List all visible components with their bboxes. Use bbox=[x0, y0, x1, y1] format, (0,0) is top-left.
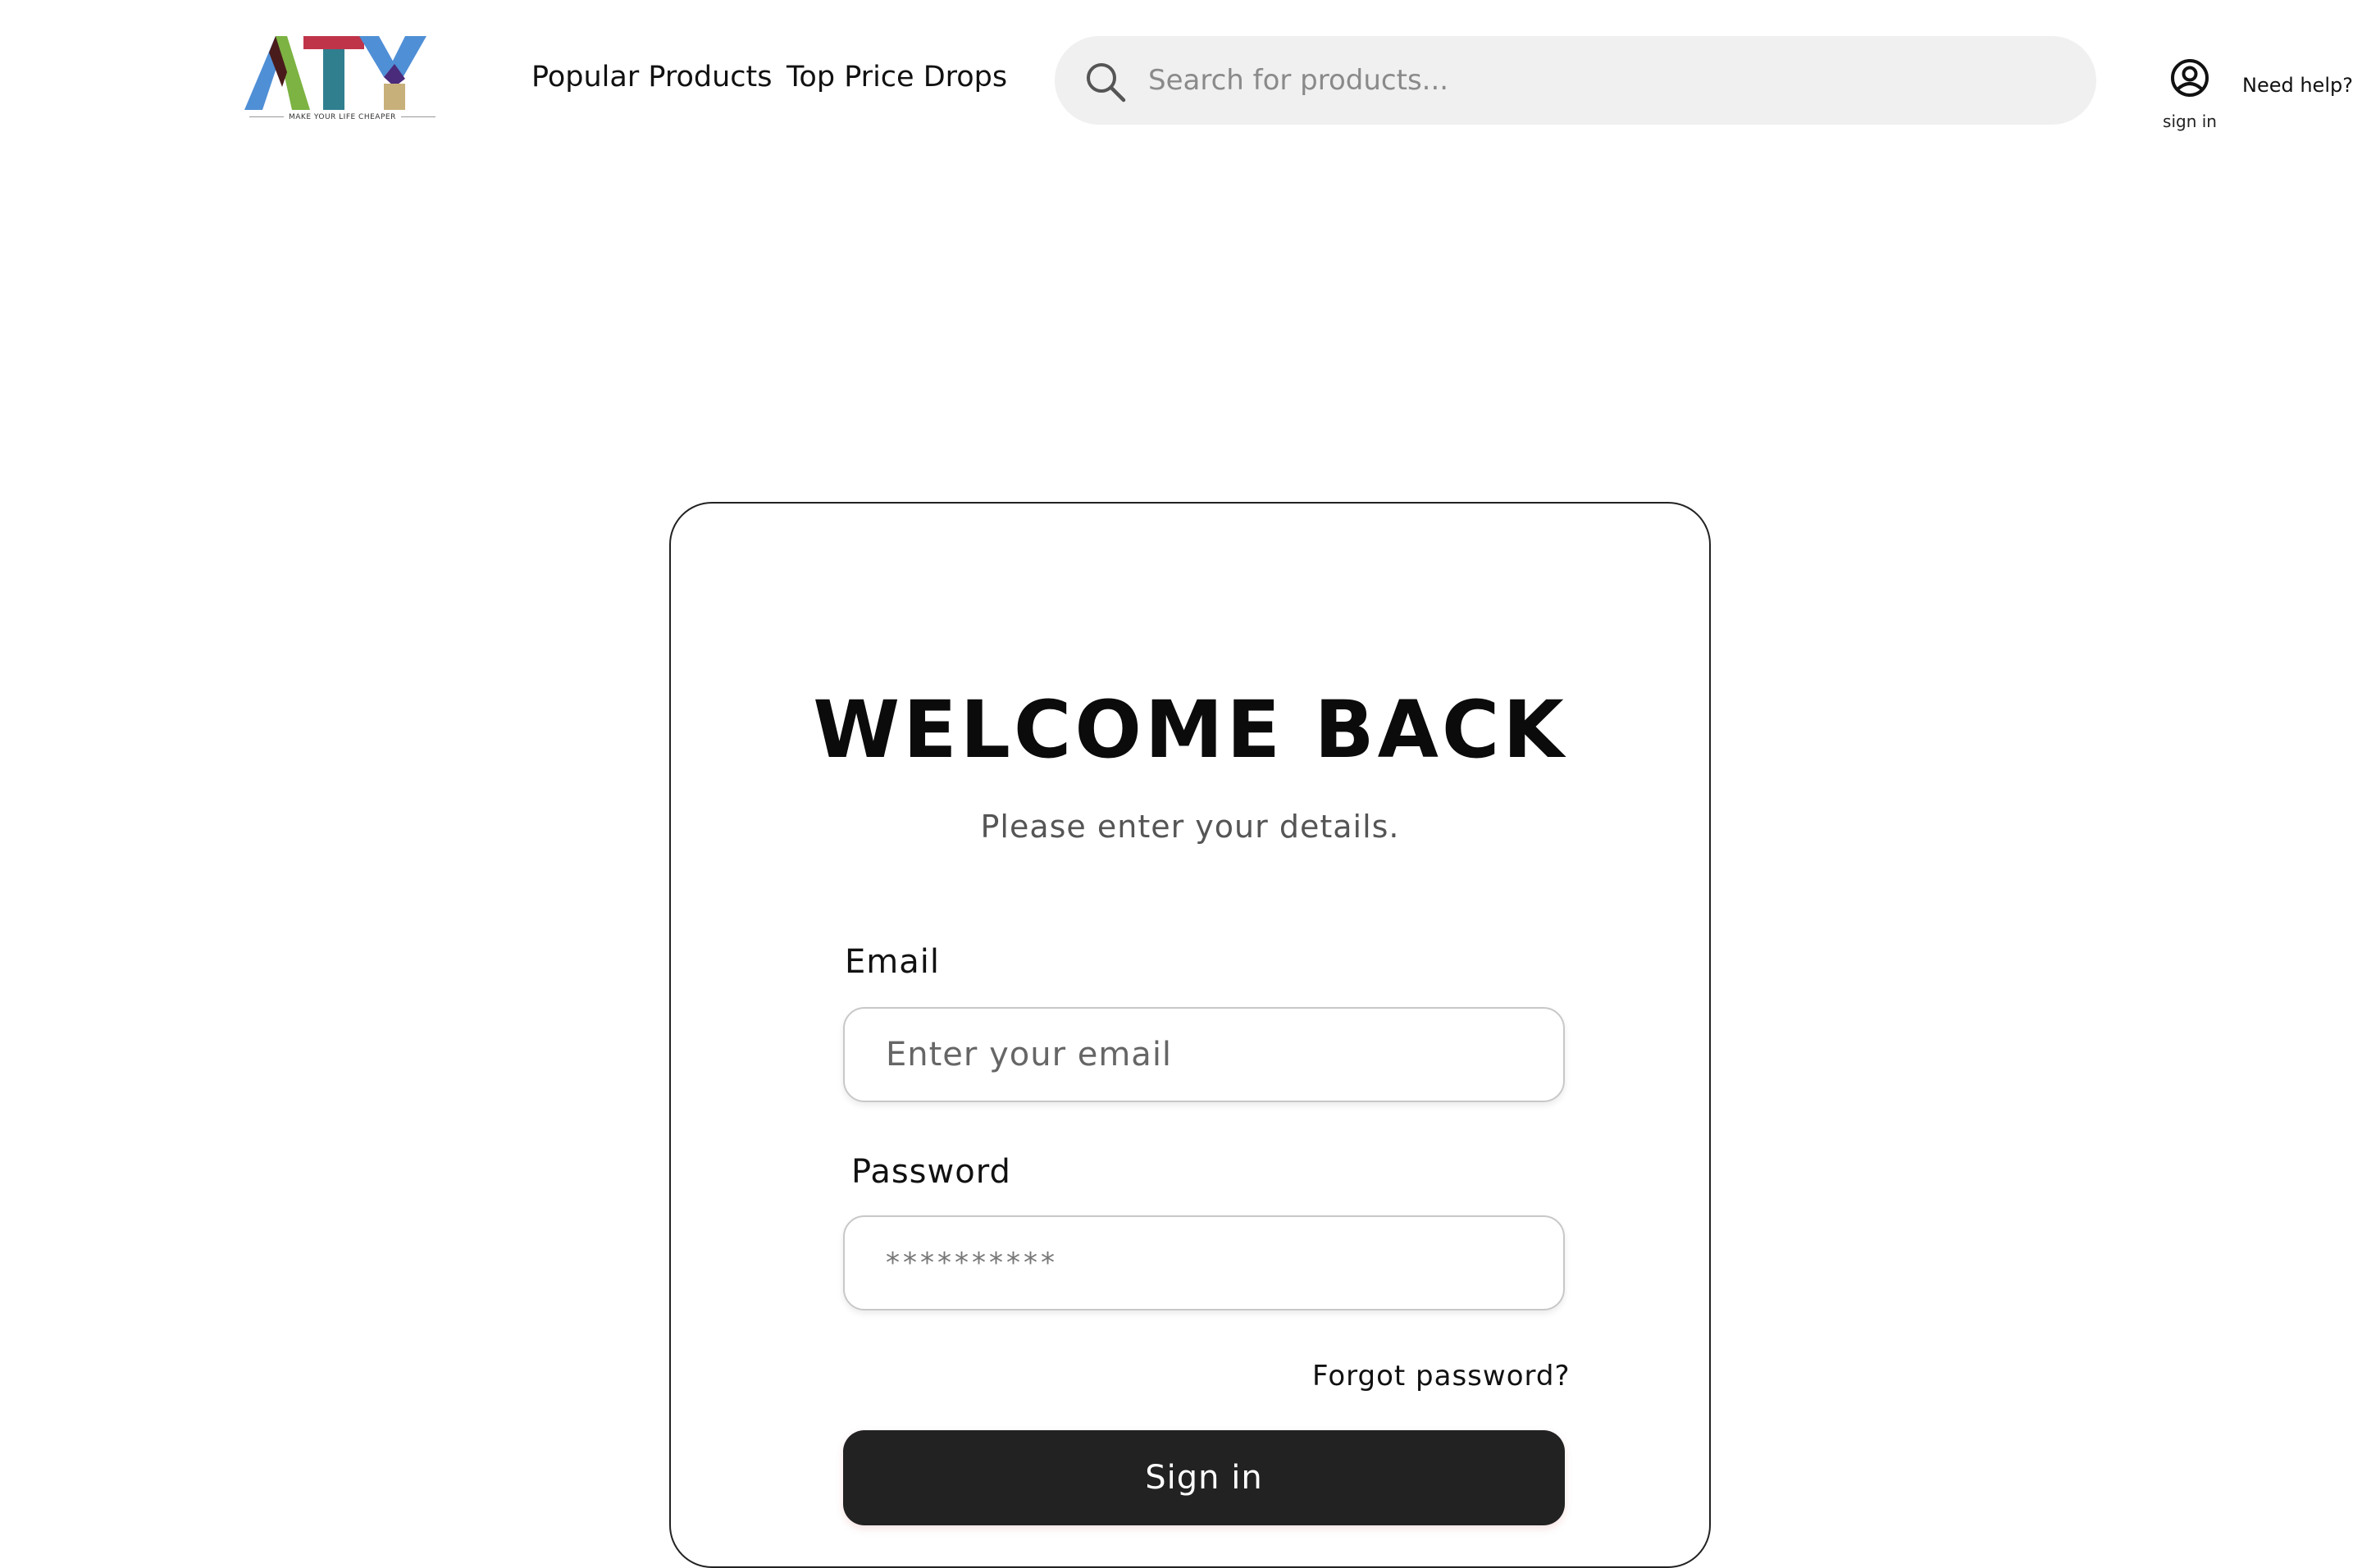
password-field[interactable] bbox=[843, 1215, 1565, 1310]
search-icon bbox=[1087, 63, 1126, 103]
nav-popular-products[interactable]: Popular Products bbox=[531, 61, 772, 93]
account-sign-in[interactable]: sign in bbox=[2157, 57, 2223, 139]
password-label: Password bbox=[851, 1153, 1011, 1191]
site-header: MAKE YOUR LIFE CHEAPER Popular Products … bbox=[0, 0, 2362, 164]
brand-logo[interactable]: MAKE YOUR LIFE CHEAPER bbox=[244, 36, 426, 128]
nav-top-price-drops[interactable]: Top Price Drops bbox=[787, 61, 1007, 93]
forgot-password-link[interactable]: Forgot password? bbox=[1312, 1360, 1571, 1393]
sign-in-button[interactable]: Sign in bbox=[843, 1430, 1565, 1525]
page-subtitle: Please enter your details. bbox=[980, 809, 1400, 845]
brand-tagline: MAKE YOUR LIFE CHEAPER bbox=[244, 113, 426, 121]
brand-logo-mark bbox=[244, 36, 426, 110]
search-input[interactable] bbox=[1147, 52, 2049, 108]
sign-in-label: sign in bbox=[2163, 112, 2217, 131]
need-help-link[interactable]: Need help? bbox=[2242, 74, 2353, 97]
user-circle-icon bbox=[2171, 59, 2209, 97]
email-label: Email bbox=[845, 943, 940, 981]
page-title: WELCOME BACK bbox=[813, 684, 1567, 776]
email-field[interactable] bbox=[843, 1007, 1565, 1102]
login-card: WELCOME BACK Please enter your details. … bbox=[669, 502, 1711, 1568]
search-bar[interactable] bbox=[1055, 36, 2096, 125]
